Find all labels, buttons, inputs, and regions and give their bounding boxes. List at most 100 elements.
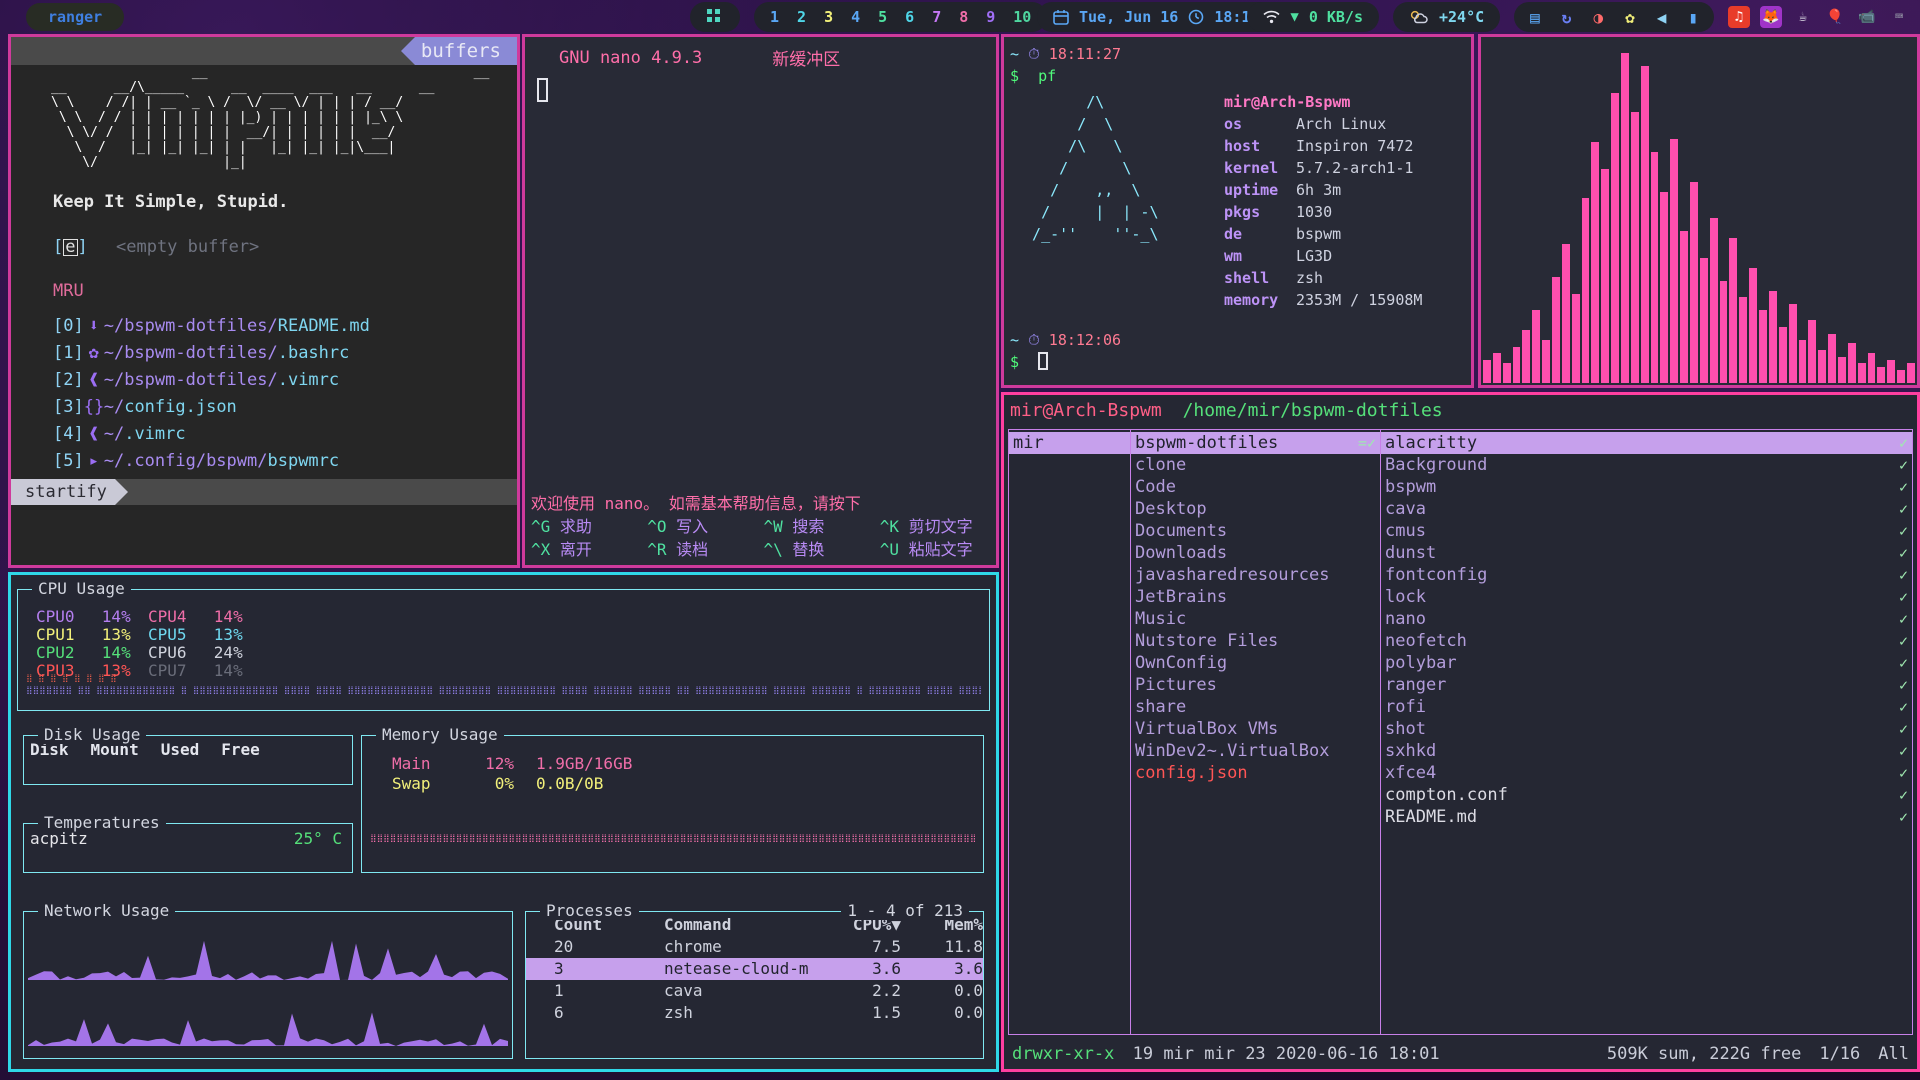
ranger-entry[interactable]: Nutstore Files (1131, 630, 1380, 652)
workspace-10[interactable]: 10 (1013, 8, 1031, 26)
workspace-7[interactable]: 7 (932, 8, 941, 26)
cava-bar (1739, 297, 1747, 383)
empty-buffer-entry[interactable]: [e] <empty buffer> (53, 234, 517, 261)
ranger-entry[interactable]: xfce4 ✓ (1381, 762, 1912, 784)
ranger-entry[interactable]: cmus ✓ (1381, 520, 1912, 542)
network-widget[interactable]: ▼ 0 KB/s (1247, 2, 1379, 32)
ranger-entry[interactable]: Downloads (1131, 542, 1380, 564)
brightness-icon[interactable]: ◑ (1593, 8, 1603, 27)
ranger-parent-column[interactable]: mir (1009, 430, 1131, 1034)
ranger-entry[interactable]: bspwm ✓ (1381, 476, 1912, 498)
ranger-entry[interactable]: ranger ✓ (1381, 674, 1912, 696)
gotop-monitor-window[interactable]: CPU Usage CPU0 14% CPU4 14% CPU1 13% CPU5 1… (8, 572, 999, 1072)
process-row[interactable]: 1 cava 2.2 0.0 (526, 980, 983, 1002)
mru-item[interactable]: [3]{}~/config.json (53, 394, 517, 421)
neofetch-key: wm (1224, 245, 1296, 267)
volume-icon[interactable]: ◀ (1657, 8, 1667, 27)
ranger-entry[interactable]: compton.conf ✓ (1381, 784, 1912, 806)
nano-shortcut[interactable]: ^W 搜索 (764, 515, 880, 538)
ranger-entry[interactable]: javasharedresources (1131, 564, 1380, 586)
mru-item[interactable]: [2] ❰ ~/bspwm-dotfiles/.vimrc (53, 367, 517, 394)
workspace-9[interactable]: 9 (986, 8, 995, 26)
mru-item[interactable]: [0] ⬇ ~/bspwm-dotfiles/README.md (53, 313, 517, 340)
firefox-icon[interactable]: 🦊 (1760, 6, 1782, 28)
workspace-5[interactable]: 5 (878, 8, 887, 26)
grid-icon-button[interactable] (690, 2, 740, 32)
nano-shortcut[interactable]: ^X 离开 (531, 538, 647, 561)
ranger-entry[interactable]: mir (1009, 432, 1130, 454)
workspace-switcher[interactable]: 1 2 3 4 5 6 7 8 9 10 (754, 2, 1047, 32)
workspace-8[interactable]: 8 (959, 8, 968, 26)
keyboard-icon[interactable]: ⌨ (1888, 6, 1910, 28)
ranger-entry[interactable]: Pictures (1131, 674, 1380, 696)
ranger-entry[interactable]: neofetch ✓ (1381, 630, 1912, 652)
mru-item[interactable]: [1] ✿ ~/bspwm-dotfiles/.bashrc (53, 340, 517, 367)
nano-shortcut[interactable]: ^K 剪切文字 (880, 515, 996, 538)
ranger-entry[interactable]: nano ✓ (1381, 608, 1912, 630)
mru-item[interactable]: [5] ▸ ~/.config/bspwm/bspwmrc (53, 448, 517, 475)
battery-icon[interactable]: ▮ (1688, 8, 1698, 27)
nano-shortcut[interactable]: ^R 读档 (647, 538, 763, 561)
ranger-entry[interactable]: JetBrains (1131, 586, 1380, 608)
refresh-icon[interactable]: ↻ (1562, 8, 1572, 27)
ranger-current-column[interactable]: bspwm-dotfiles =✓ clone Code Desktop Document… (1131, 430, 1381, 1034)
workspace-2[interactable]: 2 (797, 8, 806, 26)
disk-header-used[interactable]: Used (161, 740, 200, 759)
process-row[interactable]: 6 zsh 1.5 0.0 (526, 1002, 983, 1024)
ranger-entry[interactable]: polybar ✓ (1381, 652, 1912, 674)
settings-icon[interactable]: ✿ (1625, 8, 1635, 27)
ranger-entry[interactable]: Code (1131, 476, 1380, 498)
process-row[interactable]: 3 netease-cloud-m 3.6 3.6 (526, 958, 983, 980)
ranger-entry[interactable]: cava ✓ (1381, 498, 1912, 520)
ranger-entry[interactable]: clone (1131, 454, 1380, 476)
screencast-icon[interactable]: 📹 (1856, 6, 1878, 28)
workspace-6[interactable]: 6 (905, 8, 914, 26)
ranger-file-manager-window[interactable]: mir@Arch-Bspwm /home/mir/bspwm-dotfiles … (1001, 392, 1920, 1072)
ranger-entry[interactable]: Desktop (1131, 498, 1380, 520)
ranger-entry[interactable]: alacritty ✓ (1381, 432, 1912, 454)
workspace-1[interactable]: 1 (770, 8, 779, 26)
nano-shortcut[interactable]: ^\ 替换 (764, 538, 880, 561)
cava-visualizer-window[interactable] (1478, 34, 1920, 388)
ranger-entry[interactable]: config.json (1131, 762, 1380, 784)
nano-shortcut[interactable]: ^G 求助 (531, 515, 647, 538)
workspace-3[interactable]: 3 (824, 8, 833, 26)
neofetch-terminal-window[interactable]: ~ ⏱ 18:11:27 $ pf /\ / \ /\ \ / \ / ,, \… (1001, 34, 1474, 388)
ranger-entry-name: shot (1385, 718, 1426, 740)
ranger-entry[interactable]: README.md ✓ (1381, 806, 1912, 828)
cava-bar (1651, 152, 1659, 383)
vim-startify-window[interactable]: buffers __ __ __ __/\_____ __ ____ ___ _… (8, 34, 520, 568)
ranger-entry[interactable]: Music (1131, 608, 1380, 630)
ranger-entry[interactable]: fontconfig ✓ (1381, 564, 1912, 586)
ranger-entry[interactable]: VirtualBox VMs (1131, 718, 1380, 740)
workspace-4[interactable]: 4 (851, 8, 860, 26)
ranger-entry[interactable]: Documents (1131, 520, 1380, 542)
ranger-entry-name: Pictures (1135, 674, 1217, 696)
menu-icon[interactable]: ▤ (1530, 8, 1540, 27)
cava-bar (1493, 353, 1501, 383)
ranger-entry[interactable]: OwnConfig (1131, 652, 1380, 674)
ranger-entry[interactable]: WinDev2~.VirtualBox (1131, 740, 1380, 762)
terminal-input-line[interactable]: $ (1010, 351, 1471, 373)
ranger-entry[interactable]: rofi ✓ (1381, 696, 1912, 718)
nano-editor-window[interactable]: GNU nano 4.9.3 新缓冲区 欢迎使用 nano。 如需基本帮助信息，… (522, 34, 999, 568)
ranger-entry[interactable]: Background ✓ (1381, 454, 1912, 476)
netease-music-icon[interactable]: ♫ (1728, 6, 1750, 28)
ranger-entry[interactable]: lock ✓ (1381, 586, 1912, 608)
ranger-entry[interactable]: shot ✓ (1381, 718, 1912, 740)
process-mem: 11.8 (901, 936, 983, 958)
ranger-entry[interactable]: sxhkd ✓ (1381, 740, 1912, 762)
pin-icon[interactable]: ☕ (1792, 6, 1814, 28)
disk-header-free[interactable]: Free (221, 740, 260, 759)
cava-bar (1710, 218, 1718, 383)
ranger-preview-column[interactable]: alacritty ✓ Background ✓ bspwm ✓ cava ✓ cmus ✓ dun… (1381, 430, 1912, 1034)
mru-item[interactable]: [4] ❰ ~/.vimrc (53, 421, 517, 448)
ranger-entry[interactable]: dunst ✓ (1381, 542, 1912, 564)
balloon-icon[interactable]: 🎈 (1824, 6, 1846, 28)
ranger-entry[interactable]: bspwm-dotfiles =✓ (1131, 432, 1380, 454)
nano-shortcut[interactable]: ^O 写入 (647, 515, 763, 538)
weather-widget[interactable]: +24°C (1393, 2, 1500, 32)
ranger-entry[interactable]: share (1131, 696, 1380, 718)
process-row[interactable]: 20 chrome 7.5 11.8 (526, 936, 983, 958)
nano-shortcut[interactable]: ^U 粘贴文字 (880, 538, 996, 561)
